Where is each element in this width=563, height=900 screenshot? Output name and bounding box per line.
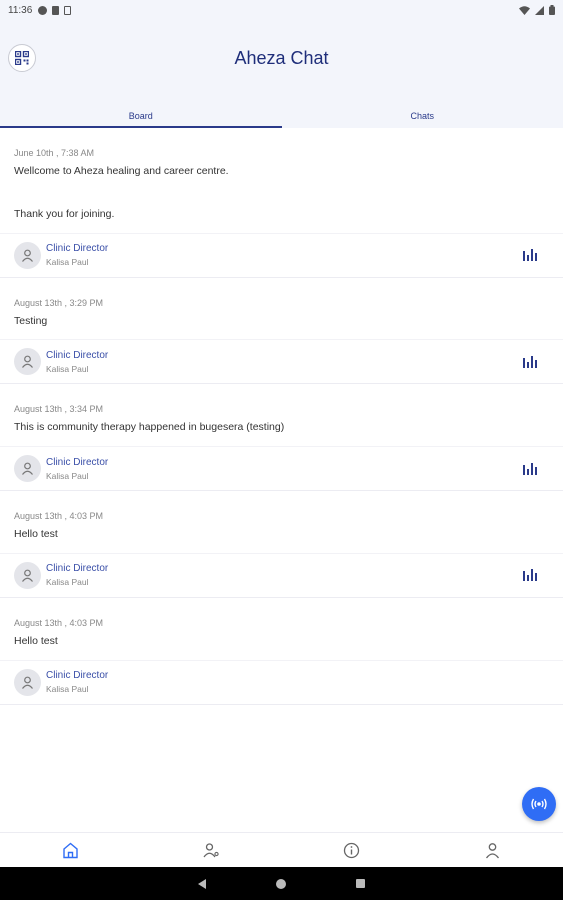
- back-icon[interactable]: [198, 878, 206, 889]
- user-icon: [22, 676, 33, 689]
- avatar: [14, 455, 41, 482]
- app-header: Aheza Chat: [0, 20, 563, 106]
- tab-chats[interactable]: Chats: [282, 106, 563, 128]
- sim-icon: [64, 5, 72, 15]
- author-role: Clinic Director: [46, 456, 109, 468]
- post-body: Testing: [0, 314, 563, 330]
- post-date: June 10th , 7:38 AM: [14, 148, 95, 158]
- post-date: August 13th , 4:03 PM: [14, 511, 104, 521]
- author-name: Kalisa Paul: [46, 257, 89, 267]
- tab-bar: Board Chats: [0, 106, 563, 128]
- stats-icon[interactable]: [523, 355, 537, 368]
- post-text: Thank you for joining.: [14, 207, 115, 220]
- profile-icon: [486, 842, 500, 858]
- nav-profile[interactable]: [422, 833, 563, 867]
- avatar: [14, 241, 41, 269]
- status-notification-icons: [38, 5, 72, 15]
- post-body: This is community therapy happened in bu…: [0, 420, 563, 436]
- post-text: Hello test: [14, 528, 58, 540]
- post-text: Wellcome to Aheza healing and career cen…: [14, 165, 229, 177]
- author-name: Kalisa Paul: [46, 684, 89, 694]
- author-name: Kalisa Paul: [46, 470, 89, 481]
- author-role: Clinic Director: [46, 670, 109, 681]
- post-body: Hello test: [0, 634, 563, 650]
- post-author[interactable]: Clinic Director Kalisa Paul: [0, 232, 563, 277]
- status-system-icons: [519, 5, 555, 15]
- user-icon: [22, 249, 33, 262]
- post-author[interactable]: Clinic Director Kalisa Paul: [0, 446, 563, 490]
- post-author[interactable]: Clinic Director Kalisa Paul: [0, 339, 563, 383]
- avatar: [14, 668, 41, 696]
- author-text: Clinic Director Kalisa Paul: [46, 350, 108, 374]
- app-title: Aheza Chat: [234, 48, 329, 68]
- user-icon: [22, 355, 33, 369]
- post-date: August 13th , 3:34 PM: [14, 404, 104, 415]
- avatar: [14, 348, 41, 376]
- post-text: Testing: [14, 314, 48, 327]
- board-post[interactable]: August 13th , 3:29 PM Testing Clinic Dir…: [0, 278, 563, 385]
- post-author[interactable]: Clinic Director Kalisa Paul: [0, 552, 563, 597]
- post-date: August 13th , 4:03 PM: [14, 617, 104, 628]
- storage-icon: [52, 5, 60, 15]
- broadcast-button[interactable]: [522, 787, 556, 821]
- post-author[interactable]: Clinic Director Kalisa Paul: [0, 659, 563, 704]
- post-body: Wellcome to Aheza healing and career cen…: [0, 164, 563, 223]
- post-date: August 13th , 3:29 PM: [14, 297, 104, 308]
- board-post[interactable]: August 13th , 3:34 PM This is community …: [0, 384, 563, 491]
- tab-board[interactable]: Board: [0, 106, 282, 128]
- stats-icon[interactable]: [523, 462, 537, 475]
- board-feed[interactable]: June 10th , 7:38 AM Wellcome to Aheza he…: [0, 128, 563, 832]
- status-time: 11:36: [8, 4, 33, 16]
- system-nav-bar: [0, 867, 563, 900]
- user-icon: [22, 462, 33, 475]
- author-text: Clinic Director Kalisa Paul: [46, 457, 108, 481]
- board-post[interactable]: August 13th , 4:03 PM Hello test Clinic …: [0, 491, 563, 598]
- signal-icon: [535, 5, 544, 15]
- post-body: Hello test: [0, 527, 563, 543]
- stats-icon[interactable]: [523, 249, 537, 261]
- board-post[interactable]: June 10th , 7:38 AM Wellcome to Aheza he…: [0, 128, 563, 278]
- bottom-nav: [0, 832, 563, 867]
- battery-icon: [549, 5, 555, 15]
- status-bar: 11:36: [0, 0, 563, 20]
- avatar: [14, 561, 41, 589]
- author-name: Kalisa Paul: [46, 363, 89, 374]
- author-text: Clinic Director Kalisa Paul: [46, 243, 108, 267]
- author-text: Clinic Director Kalisa Paul: [46, 670, 108, 694]
- notification-icon: [38, 5, 48, 15]
- author-role: Clinic Director: [46, 563, 109, 575]
- home-icon: [63, 842, 78, 858]
- board-post[interactable]: August 13th , 4:03 PM Hello test Clinic …: [0, 598, 563, 705]
- stats-icon[interactable]: [523, 569, 537, 582]
- info-icon: [344, 842, 360, 858]
- home-circle-icon[interactable]: [276, 878, 286, 889]
- author-role: Clinic Director: [46, 243, 109, 254]
- group-icon: [203, 842, 219, 857]
- author-text: Clinic Director Kalisa Paul: [46, 563, 108, 587]
- wifi-icon: [519, 5, 530, 15]
- user-icon: [22, 569, 33, 582]
- nav-info[interactable]: [282, 833, 423, 867]
- post-text: This is community therapy happened in bu…: [14, 421, 285, 434]
- post-text: Hello test: [14, 634, 58, 647]
- nav-groups[interactable]: [141, 833, 282, 867]
- author-name: Kalisa Paul: [46, 577, 89, 588]
- author-role: Clinic Director: [46, 349, 109, 361]
- recents-icon[interactable]: [356, 879, 365, 888]
- nav-home[interactable]: [0, 833, 141, 867]
- broadcast-icon: [531, 798, 547, 810]
